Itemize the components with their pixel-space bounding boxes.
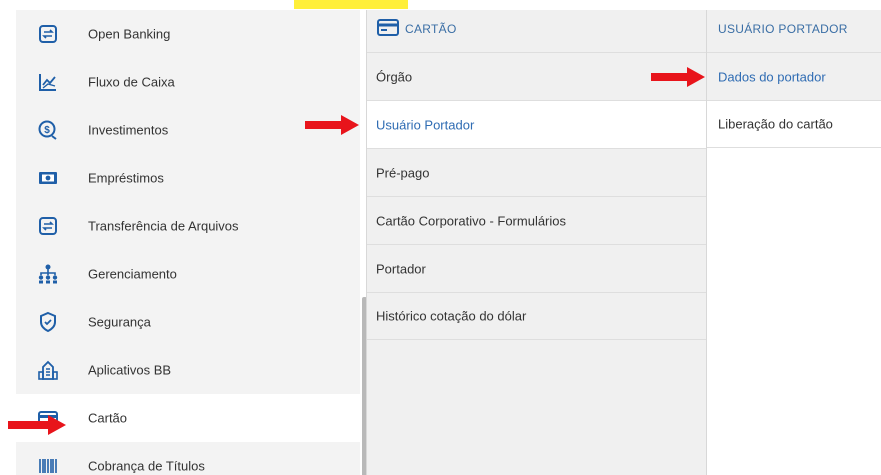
submenu-item-usuario-portador[interactable]: Usuário Portador: [367, 100, 706, 148]
card-submenu-header: CARTÃO: [367, 10, 706, 52]
billing-barcode-icon: [36, 454, 60, 475]
menu-label: Investimentos: [88, 122, 169, 138]
yellow-highlight-mark: [294, 0, 408, 9]
menu-item-aplicativos-bb[interactable]: Aplicativos BB: [16, 346, 360, 394]
menu-label: Empréstimos: [88, 170, 164, 186]
submenu-label: Pré-pago: [376, 165, 430, 180]
cash-flow-chart-icon: [36, 70, 60, 94]
submenu-label: Órgão: [376, 69, 413, 84]
menu-label: Transferência de Arquivos: [88, 218, 239, 234]
management-hierarchy-icon: [36, 262, 60, 286]
holder-item-dados-do-portador[interactable]: Dados do portador: [707, 52, 881, 100]
menu-label: Open Banking: [88, 26, 171, 42]
card-icon: [377, 19, 399, 37]
svg-text:$: $: [44, 125, 50, 136]
menu-item-open-banking[interactable]: Open Banking: [16, 10, 360, 58]
menu-label: Aplicativos BB: [88, 362, 172, 378]
submenu-label: Portador: [376, 261, 426, 276]
red-arrow-icon: [8, 415, 66, 435]
holder-submenu: USUÁRIO PORTADOR Dados do portador Liber…: [706, 10, 881, 475]
red-arrow-icon: [651, 67, 705, 87]
submenu-label: Histórico cotação do dólar: [376, 308, 527, 324]
submenu-item-historico-cotacao[interactable]: Histórico cotação do dólar: [367, 292, 706, 340]
menu-label: Cartão: [88, 410, 128, 426]
holder-submenu-title: USUÁRIO PORTADOR: [718, 22, 848, 36]
submenu-item-portador[interactable]: Portador: [367, 244, 706, 292]
main-menu: Open Banking Fluxo de Caixa $ Investimen…: [16, 10, 367, 475]
menu-label: Cobrança de Títulos: [88, 458, 205, 474]
submenu-label: Cartão Corporativo - Formulários: [376, 213, 567, 228]
menu-item-fluxo-de-caixa[interactable]: Fluxo de Caixa: [16, 58, 360, 106]
apps-building-icon: [36, 358, 60, 382]
menu-item-transferencia-de-arquivos[interactable]: Transferência de Arquivos: [16, 202, 360, 250]
menu-label: Fluxo de Caixa: [88, 74, 175, 90]
menu-label: Gerenciamento: [88, 266, 177, 282]
holder-item-label: Liberação do cartão: [718, 116, 833, 132]
security-shield-icon: [36, 310, 60, 334]
menu-item-seguranca[interactable]: Segurança: [16, 298, 360, 346]
holder-item-label: Dados do portador: [718, 69, 826, 84]
menu-item-gerenciamento[interactable]: Gerenciamento: [16, 250, 360, 298]
menu-item-emprestimos[interactable]: Empréstimos: [16, 154, 360, 202]
submenu-item-pre-pago[interactable]: Pré-pago: [367, 148, 706, 196]
screen: Open Banking Fluxo de Caixa $ Investimen…: [0, 0, 881, 475]
investments-coin-icon: $: [36, 118, 60, 142]
holder-submenu-header: USUÁRIO PORTADOR: [707, 10, 881, 52]
open-banking-icon: [36, 22, 60, 46]
file-transfer-icon: [36, 214, 60, 238]
holder-item-liberacao-do-cartao[interactable]: Liberação do cartão: [707, 100, 881, 148]
submenu-label: Usuário Portador: [376, 117, 475, 132]
menu-item-cobranca-de-titulos[interactable]: Cobrança de Títulos: [16, 442, 360, 475]
card-submenu-title: CARTÃO: [405, 22, 457, 36]
loans-banknote-icon: [36, 166, 60, 190]
submenu-item-cartao-corporativo[interactable]: Cartão Corporativo - Formulários: [367, 196, 706, 244]
menu-label: Segurança: [88, 314, 151, 330]
red-arrow-icon: [305, 115, 359, 135]
